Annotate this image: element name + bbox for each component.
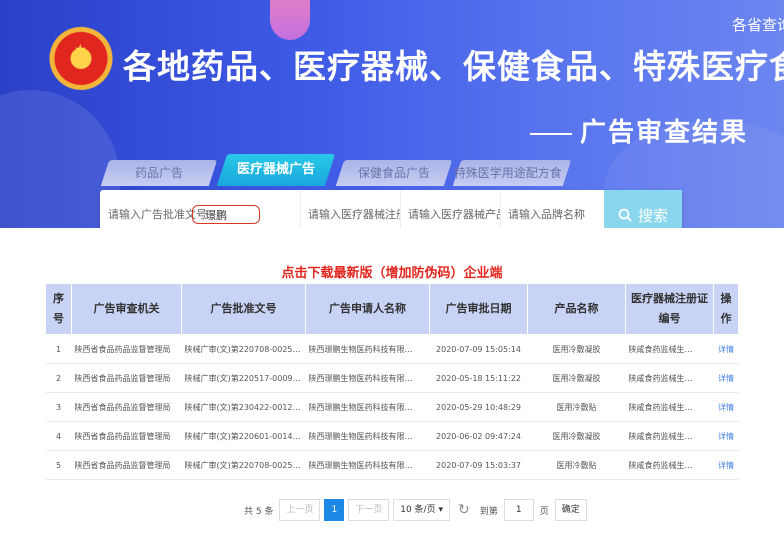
- cell-index: 4: [45, 421, 72, 451]
- product-name-field[interactable]: 请输入医疗器械产品名称: [400, 190, 501, 228]
- cell-registration-number: 陕咸食药监械生…: [625, 363, 714, 393]
- chevron-down-icon: ▾: [438, 505, 443, 515]
- details-link[interactable]: 详情: [713, 363, 739, 393]
- cell-approval-date: 2020-06-02 09:47:24: [429, 421, 528, 451]
- cell-registration-number: 陕咸食药监械生…: [625, 421, 714, 451]
- page-button-current[interactable]: 1: [324, 499, 345, 521]
- cell-index: 1: [45, 334, 72, 364]
- cell-review-authority: 陕西省食品药品监督管理局: [71, 450, 182, 480]
- cell-index: 5: [45, 450, 72, 480]
- page-title: 各地药品、医疗器械、保健食品、特殊医疗食品: [123, 47, 784, 86]
- cell-index: 3: [45, 392, 72, 422]
- search-bar: 请输入广告批准文号 璟鹏 请输入医疗器械注册证编 请输入医疗器械产品名称 请输入…: [100, 190, 682, 228]
- cell-registration-number: 陕咸食药监械生…: [625, 392, 714, 422]
- tab-drug-ads[interactable]: 药品广告: [100, 160, 218, 186]
- search-button-label: 搜索: [637, 206, 668, 225]
- results-table: 序号 广告审查机关 广告批准文号 广告申请人名称 广告审批日期 产品名称 医疗器…: [45, 283, 739, 480]
- registration-number-field[interactable]: 请输入医疗器械注册证编: [300, 190, 401, 228]
- column-header: 广告审查机关: [71, 283, 182, 335]
- cell-applicant: 陕西璟鹏生物医药科技有限…: [305, 392, 430, 422]
- search-button[interactable]: 搜索: [604, 190, 682, 228]
- download-client-link[interactable]: 点击下载最新版（增加防伪码）企业端: [0, 262, 784, 281]
- brand-name-placeholder: 请输入品牌名称: [508, 208, 585, 221]
- cell-applicant: 陕西璟鹏生物医药科技有限…: [305, 450, 430, 480]
- goto-page-input[interactable]: 1: [503, 499, 534, 521]
- cell-applicant: 陕西璟鹏生物医药科技有限…: [305, 421, 430, 451]
- table-row: 3 陕西省食品药品监督管理局 陕械广审(文)第230422-00128号 陕西璟…: [45, 392, 739, 422]
- pagination: 共 5 条 上一页 1 下一页 10 条/页 ▾ ↻ 到第 1 页 确定: [240, 499, 589, 521]
- cell-approval-date: 2020-05-18 15:11:22: [429, 363, 528, 393]
- table-header-row: 序号 广告审查机关 广告批准文号 广告申请人名称 广告审批日期 产品名称 医疗器…: [45, 283, 739, 335]
- tab-health-food-ads[interactable]: 保健食品广告: [335, 160, 453, 186]
- cell-approval-date: 2020-07-09 15:03:37: [429, 450, 528, 480]
- cell-review-authority: 陕西省食品药品监督管理局: [71, 334, 182, 364]
- column-header: 序号: [45, 283, 72, 335]
- cell-product-name: 医用冷敷凝胶: [527, 334, 626, 364]
- cell-review-authority: 陕西省食品药品监督管理局: [71, 421, 182, 451]
- approval-number-field[interactable]: 请输入广告批准文号 璟鹏: [100, 190, 301, 228]
- tab-medical-device-ads[interactable]: 医疗器械广告: [216, 154, 336, 186]
- page-subtitle: 广告审查结果: [530, 112, 748, 149]
- tab-special-medical-food-ads[interactable]: 特殊医学用途配方食品广告: [452, 160, 572, 206]
- subtitle-dash: [530, 132, 572, 135]
- subtitle-text: 广告审查结果: [580, 118, 749, 148]
- cell-approval-number: 陕械广审(文)第220517-00098号: [181, 363, 306, 393]
- table-row: 4 陕西省食品药品监督管理局 陕械广审(文)第220601-00143号 陕西璟…: [45, 421, 739, 451]
- details-link[interactable]: 详情: [713, 334, 739, 364]
- brand-name-field[interactable]: 请输入品牌名称: [500, 190, 600, 228]
- table-row: 2 陕西省食品药品监督管理局 陕械广审(文)第220517-00098号 陕西璟…: [45, 363, 739, 393]
- page-size-value: 10 条/页: [400, 505, 436, 515]
- cell-product-name: 医用冷敷贴: [527, 392, 626, 422]
- total-count: 共 5 条: [244, 506, 274, 517]
- goto-suffix: 页: [539, 506, 549, 517]
- cell-product-name: 医用冷敷凝胶: [527, 363, 626, 393]
- column-header: 医疗器械注册证编号: [625, 283, 714, 335]
- goto-confirm-button[interactable]: 确定: [554, 499, 587, 521]
- cell-applicant: 陕西璟鹏生物医药科技有限…: [305, 334, 430, 364]
- product-name-placeholder: 请输入医疗器械产品名称: [408, 208, 500, 221]
- cell-product-name: 医用冷敷贴: [527, 450, 626, 480]
- cell-approval-number: 陕械广审(文)第230422-00128号: [181, 392, 306, 422]
- column-header: 操作: [713, 283, 739, 335]
- national-emblem-icon: ★: [48, 24, 114, 106]
- details-link[interactable]: 详情: [713, 421, 739, 451]
- search-icon: [618, 208, 632, 222]
- cell-review-authority: 陕西省食品药品监督管理局: [71, 392, 182, 422]
- column-header: 产品名称: [527, 283, 626, 335]
- approval-number-input[interactable]: 璟鹏: [192, 205, 260, 224]
- cell-approval-date: 2020-07-09 15:05:14: [429, 334, 528, 364]
- tab-label: 医疗器械广告: [236, 162, 315, 177]
- prev-page-button[interactable]: 上一页: [279, 499, 321, 521]
- cell-approval-date: 2020-05-29 10:48:29: [429, 392, 528, 422]
- next-page-button[interactable]: 下一页: [348, 499, 390, 521]
- tab-label: 药品广告: [134, 166, 183, 180]
- approval-number-placeholder: 请输入广告批准文号: [108, 208, 207, 221]
- header-banner: ★ 各地药品、医疗器械、保健食品、特殊医疗食品 各省查询 广告审查结果 药品广告…: [0, 0, 784, 228]
- table-row: 1 陕西省食品药品监督管理局 陕械广审(文)第220708-00258号 陕西璟…: [45, 334, 739, 364]
- column-header: 广告申请人名称: [305, 283, 430, 335]
- goto-prefix: 到第: [479, 506, 498, 517]
- cell-registration-number: 陕咸食药监械生…: [625, 450, 714, 480]
- column-header: 广告审批日期: [429, 283, 528, 335]
- details-link[interactable]: 详情: [713, 450, 739, 480]
- cell-approval-number: 陕械广审(文)第220708-00257号: [181, 450, 306, 480]
- cell-registration-number: 陕咸食药监械生…: [625, 334, 714, 364]
- refresh-icon[interactable]: ↻: [458, 502, 470, 518]
- cell-approval-number: 陕械广审(文)第220708-00258号: [181, 334, 306, 364]
- registration-number-placeholder: 请输入医疗器械注册证编: [308, 208, 400, 221]
- cell-review-authority: 陕西省食品药品监督管理局: [71, 363, 182, 393]
- cell-applicant: 陕西璟鹏生物医药科技有限…: [305, 363, 430, 393]
- tab-label: 保健食品广告: [357, 166, 430, 180]
- column-header: 广告批准文号: [181, 283, 306, 335]
- cell-approval-number: 陕械广审(文)第220601-00143号: [181, 421, 306, 451]
- details-link[interactable]: 详情: [713, 392, 739, 422]
- province-query-link[interactable]: 各省查询: [732, 14, 784, 35]
- cell-index: 2: [45, 363, 72, 393]
- page-size-select[interactable]: 10 条/页 ▾: [393, 499, 450, 521]
- cell-product-name: 医用冷敷凝胶: [527, 421, 626, 451]
- table-row: 5 陕西省食品药品监督管理局 陕械广审(文)第220708-00257号 陕西璟…: [45, 450, 739, 480]
- banner-decoration: [270, 0, 310, 40]
